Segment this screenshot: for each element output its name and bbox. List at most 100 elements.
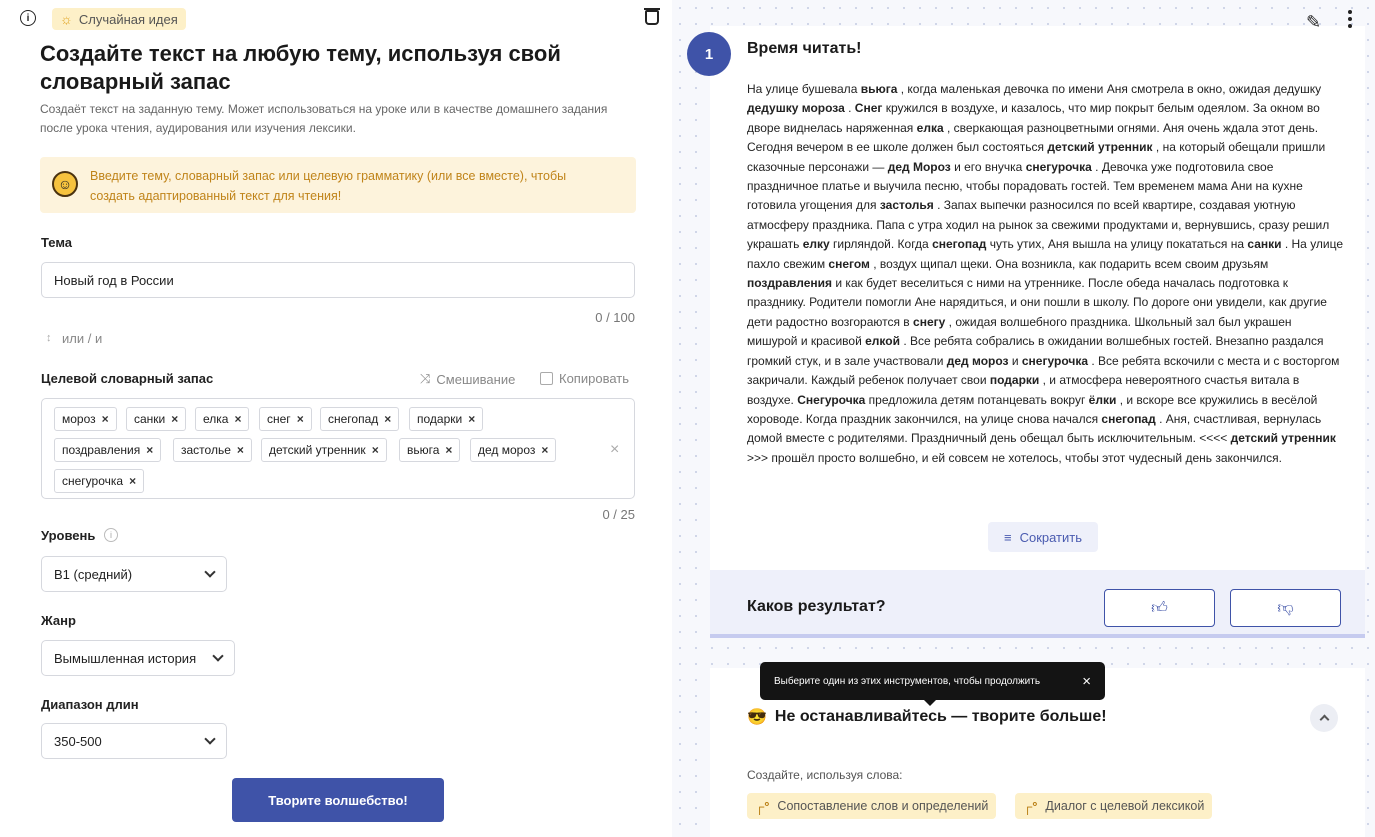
vocab-tag-label: дед мороз	[478, 443, 536, 457]
vocab-tag[interactable]: дед мороз ×	[470, 438, 557, 462]
vocab-tag[interactable]: застолье ×	[173, 438, 252, 462]
vocab-tag[interactable]: мороз ×	[54, 407, 117, 431]
pencil-icon[interactable]: ✎	[1306, 12, 1321, 33]
dislike-button[interactable]: 👎︎	[1230, 589, 1341, 627]
vocab-tag[interactable]: снег ×	[259, 407, 312, 431]
remove-tag-icon[interactable]: ×	[171, 412, 178, 426]
more-tools-title-text: Не останавливайтесь — творите больше!	[774, 708, 1107, 725]
help-icon[interactable]: i	[104, 528, 118, 542]
vocab-tag-label: подарки	[417, 412, 463, 426]
level-select[interactable]: B1 (средний)	[41, 556, 227, 592]
bulb-icon: ☼	[60, 11, 73, 27]
page-title: Создайте текст на любую тему, используя …	[40, 41, 561, 94]
thumbs-up-icon: 👍︎	[1151, 599, 1168, 617]
like-button[interactable]: 👍︎	[1104, 589, 1215, 627]
vocab-tag-label: елка	[203, 412, 229, 426]
page-description: Создаёт текст на заданную тему. Может ис…	[40, 102, 608, 135]
remove-tag-icon[interactable]: ×	[445, 443, 452, 457]
level-value: B1 (средний)	[54, 566, 133, 582]
level-label: Уровень	[41, 528, 96, 543]
vocab-tag-label: вьюга	[407, 443, 440, 457]
vocab-tag-label: снегурочка	[62, 474, 124, 488]
tool-matching-label: Сопоставление слов и определений	[777, 799, 989, 813]
vocab-tag-label: поздравления	[62, 443, 141, 457]
chevron-up-icon	[1319, 714, 1329, 725]
vocab-tag[interactable]: снегопад ×	[320, 407, 400, 431]
genre-label: Жанр	[41, 613, 76, 628]
tool-matching-button[interactable]: ┌° Сопоставление слов и определений	[747, 793, 997, 819]
chevron-down-icon	[204, 733, 216, 745]
vocab-tag-label: снегопад	[328, 412, 379, 426]
length-select[interactable]: 350-500	[41, 723, 227, 759]
vocab-tag-label: мороз	[62, 412, 96, 426]
vocab-tag[interactable]: вьюга ×	[399, 438, 461, 462]
vocab-tag[interactable]: елка ×	[195, 407, 250, 431]
more-options-icon[interactable]	[1348, 10, 1354, 28]
remove-tag-icon[interactable]: ×	[541, 443, 548, 457]
sunglasses-icon: 😎	[747, 709, 767, 726]
remove-tag-icon[interactable]: ×	[234, 412, 241, 426]
tool-dialog-label: Диалог с целевой лексикой	[1045, 799, 1205, 813]
more-tools-title: 😎 Не останавливайтесь — творите больше!	[747, 707, 1107, 727]
thumbs-down-icon: 👎︎	[1277, 599, 1294, 617]
length-label: Диапазон длин	[41, 697, 139, 712]
genre-value: Вымышленная история	[54, 650, 197, 666]
vocab-tag-label: снег	[267, 412, 291, 426]
close-icon[interactable]: ×	[1082, 673, 1091, 690]
copy-icon	[540, 372, 553, 385]
remove-tag-icon[interactable]: ×	[468, 412, 475, 426]
chevron-down-icon	[212, 650, 224, 662]
create-with-words-label: Создайте, используя слова:	[747, 768, 903, 782]
shuffle-button[interactable]: ⤨ Смешивание	[420, 371, 515, 387]
flow-icon: ┌°	[1023, 798, 1038, 814]
clear-tags-icon[interactable]: ×	[610, 441, 619, 459]
topic-label: Тема	[41, 235, 73, 250]
vocab-tag[interactable]: снегурочка ×	[54, 469, 145, 493]
vocabulary-counter: 0 / 25	[602, 507, 635, 522]
vocab-tag-label: детский утренник	[269, 443, 366, 457]
copy-label: Копировать	[559, 371, 629, 386]
remove-tag-icon[interactable]: ×	[372, 443, 379, 457]
generator-form-panel: i ☼ Случайная идея Создайте текст на люб…	[0, 0, 672, 837]
random-idea-button[interactable]: ☼ Случайная идея	[52, 8, 186, 30]
hint-text: Введите тему, словарный запас или целеву…	[90, 169, 567, 203]
remove-tag-icon[interactable]: ×	[384, 412, 391, 426]
remove-tag-icon[interactable]: ×	[146, 443, 153, 457]
tooltip: Выберите один из этих инструментов, чтоб…	[760, 662, 1105, 706]
collapse-button[interactable]	[1310, 704, 1338, 732]
generated-story-text: На улице бушевала вьюга , когда маленька…	[747, 82, 1344, 465]
generate-button[interactable]: Творите волшебство!	[232, 778, 444, 822]
flow-icon: ┌°	[755, 798, 770, 814]
vocab-tag-label: застолье	[181, 443, 231, 457]
tooltip-text: Выберите один из этих инструментов, чтоб…	[774, 675, 1041, 687]
reading-title: Время читать!	[747, 40, 862, 57]
trash-icon[interactable]	[644, 8, 660, 25]
remove-tag-icon[interactable]: ×	[102, 412, 109, 426]
shuffle-icon: ⤨	[420, 371, 431, 386]
remove-tag-icon[interactable]: ×	[297, 412, 304, 426]
vocab-tag-label: санки	[134, 412, 166, 426]
copy-button[interactable]: Копировать	[540, 371, 629, 386]
step-number-badge: 1	[687, 32, 731, 76]
shuffle-label: Смешивание	[436, 371, 516, 387]
shorten-label: Сократить	[1019, 529, 1083, 545]
vocabulary-tags-input[interactable]: мороз × санки × елка × снег × снегопад × пода…	[41, 398, 635, 499]
vocab-tag[interactable]: санки ×	[126, 407, 187, 431]
remove-tag-icon[interactable]: ×	[129, 474, 136, 488]
length-value: 350-500	[54, 733, 102, 749]
vocab-tag[interactable]: поздравления ×	[54, 438, 162, 462]
vocab-tag[interactable]: подарки ×	[409, 407, 484, 431]
shorten-button[interactable]: ≡ Сократить	[988, 522, 1098, 552]
smile-icon: ☺	[52, 171, 78, 197]
genre-select[interactable]: Вымышленная история	[41, 640, 235, 676]
topic-counter: 0 / 100	[595, 310, 635, 325]
info-icon[interactable]: i	[20, 10, 36, 26]
vocab-tag[interactable]: детский утренник ×	[261, 438, 387, 462]
swap-arrows-icon: ↕	[46, 332, 52, 344]
lines-icon: ≡	[1003, 529, 1012, 545]
tool-dialog-button[interactable]: ┌° Диалог с целевой лексикой	[1015, 793, 1213, 819]
vocabulary-label: Целевой словарный запас	[41, 371, 214, 386]
remove-tag-icon[interactable]: ×	[237, 443, 244, 457]
random-idea-label: Случайная идея	[78, 11, 178, 27]
topic-input[interactable]: Новый год в России	[41, 262, 635, 298]
